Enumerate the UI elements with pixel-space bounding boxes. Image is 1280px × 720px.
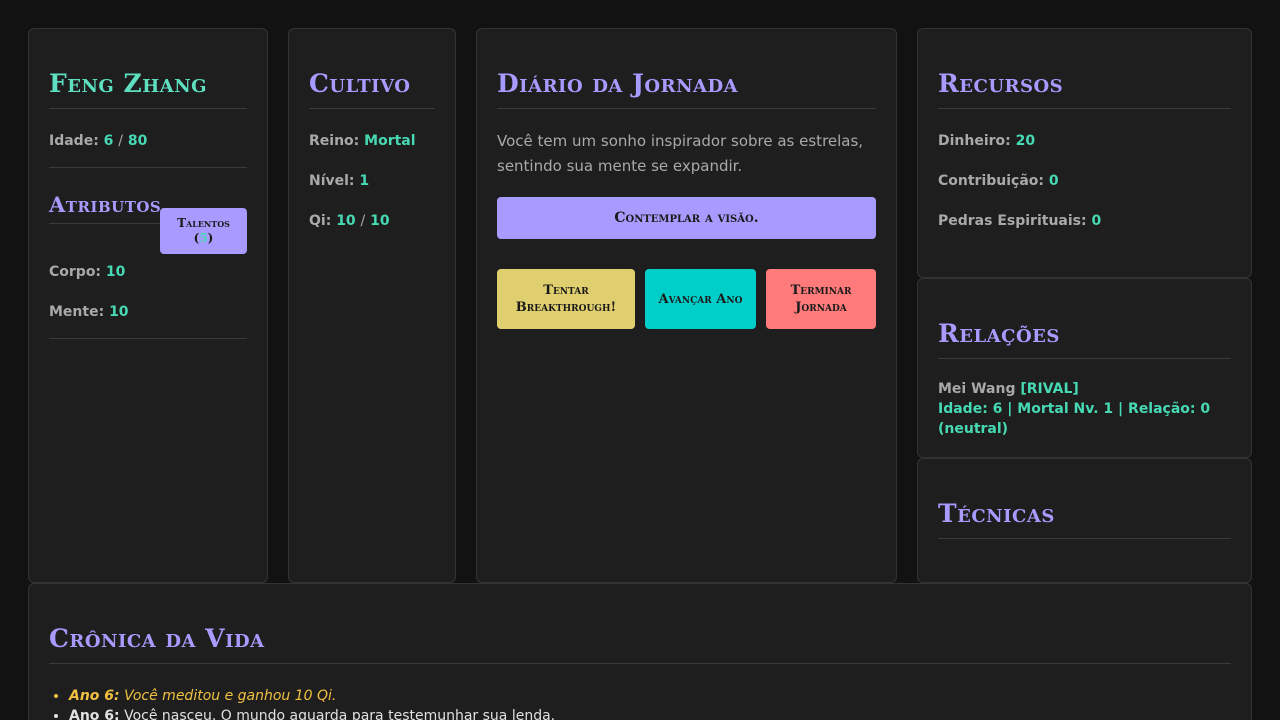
level-value: 1 bbox=[359, 173, 370, 189]
qi-row: Qi: 10 / 10 bbox=[309, 213, 435, 229]
chronicle-entry: Ano 6: Você meditou e ganhou 10 Qi. bbox=[69, 686, 1231, 706]
advance-year-button[interactable]: Avançar Ano bbox=[645, 269, 756, 329]
resource-row-spirit-stones: Pedras Espirituais: 0 bbox=[938, 213, 1231, 229]
realm-label: Reino: bbox=[309, 133, 360, 149]
qi-max: 10 bbox=[370, 213, 390, 229]
level-row: Nível: 1 bbox=[309, 173, 435, 189]
journal-text: Você tem um sonho inspirador sobre as es… bbox=[497, 132, 864, 175]
resource-value: 0 bbox=[1091, 213, 1102, 229]
contemplate-button[interactable]: Contemplar a visão. bbox=[497, 197, 876, 239]
age-max: 80 bbox=[127, 133, 148, 149]
talents-label: Talentos bbox=[177, 216, 230, 230]
chronicle-title: Crônica da Vida bbox=[49, 604, 1231, 664]
talents-count: 5 bbox=[199, 231, 208, 245]
attributes-header: Atributos Talentos (5) bbox=[49, 178, 247, 254]
techniques-panel: Técnicas bbox=[917, 458, 1252, 583]
relations-title: Relações bbox=[938, 299, 1231, 359]
age-value: 6 bbox=[103, 133, 114, 149]
attribute-label: Mente: bbox=[49, 304, 105, 320]
chronicle-list: Ano 6: Você meditou e ganhou 10 Qi. Ano … bbox=[49, 686, 1231, 720]
attribute-row-mind: Mente: 10 bbox=[49, 304, 247, 320]
chronicle-text: Você meditou e ganhou 10 Qi. bbox=[124, 688, 337, 704]
resource-value: 20 bbox=[1015, 133, 1036, 149]
attribute-label: Corpo: bbox=[49, 264, 102, 280]
cultivation-panel: Cultivo Reino: Mortal Nível: 1 Qi: 10 / … bbox=[288, 28, 456, 583]
resources-title: Recursos bbox=[938, 49, 1231, 109]
resource-label: Pedras Espirituais: bbox=[938, 213, 1087, 229]
relations-panel: Relações Mei Wang [RIVAL] Idade: 6 | Mor… bbox=[917, 278, 1252, 458]
relation-entry: Mei Wang [RIVAL] Idade: 6 | Mortal Nv. 1… bbox=[938, 379, 1231, 439]
divider bbox=[49, 167, 247, 168]
resource-value: 0 bbox=[1048, 173, 1059, 189]
character-name: Feng Zhang bbox=[49, 49, 247, 109]
resource-label: Dinheiro: bbox=[938, 133, 1011, 149]
qi-label: Qi: bbox=[309, 213, 332, 229]
resource-row-contribution: Contribuição: 0 bbox=[938, 173, 1231, 189]
journal-title: Diário da Jornada bbox=[497, 49, 876, 109]
age-label: Idade: bbox=[49, 133, 99, 149]
relation-name: Mei Wang bbox=[938, 381, 1016, 397]
resource-label: Contribuição: bbox=[938, 173, 1045, 189]
journal-panel: Diário da Jornada Você tem um sonho insp… bbox=[476, 28, 897, 583]
realm-value: Mortal bbox=[364, 133, 416, 149]
level-label: Nível: bbox=[309, 173, 355, 189]
character-panel: Feng Zhang Idade: 6 / 80 Atributos Talen… bbox=[28, 28, 268, 583]
techniques-title: Técnicas bbox=[938, 479, 1231, 539]
chronicle-entry: Ano 6: Você nasceu. O mundo aguarda para… bbox=[69, 706, 1231, 720]
resources-panel: Recursos Dinheiro: 20 Contribuição: 0 Pe… bbox=[917, 28, 1252, 278]
resource-row-money: Dinheiro: 20 bbox=[938, 133, 1231, 149]
relation-tag: [RIVAL] bbox=[1020, 381, 1079, 397]
qi-separator: / bbox=[360, 213, 366, 229]
attribute-value: 10 bbox=[105, 264, 126, 280]
relation-details: Idade: 6 | Mortal Nv. 1 | Relação: 0 (ne… bbox=[938, 401, 1211, 437]
breakthrough-button[interactable]: Tentar Breakthrough! bbox=[497, 269, 635, 329]
chronicle-panel: Crônica da Vida Ano 6: Você meditou e ga… bbox=[28, 583, 1252, 720]
end-journey-button[interactable]: Terminar Jornada bbox=[766, 269, 876, 329]
cultivation-title: Cultivo bbox=[309, 49, 435, 109]
qi-value: 10 bbox=[336, 213, 356, 229]
age-row: Idade: 6 / 80 bbox=[49, 133, 247, 149]
attribute-row-body: Corpo: 10 bbox=[49, 264, 247, 280]
divider bbox=[49, 338, 247, 339]
chronicle-text: Você nasceu. O mundo aguarda para testem… bbox=[124, 708, 556, 720]
chronicle-year: Ano 6: bbox=[69, 708, 120, 720]
age-separator: / bbox=[118, 133, 124, 149]
talents-button[interactable]: Talentos (5) bbox=[160, 208, 247, 254]
chronicle-year: Ano 6: bbox=[69, 688, 120, 704]
realm-row: Reino: Mortal bbox=[309, 133, 435, 149]
action-buttons: Tentar Breakthrough! Avançar Ano Termina… bbox=[497, 269, 876, 329]
attribute-value: 10 bbox=[109, 304, 129, 320]
